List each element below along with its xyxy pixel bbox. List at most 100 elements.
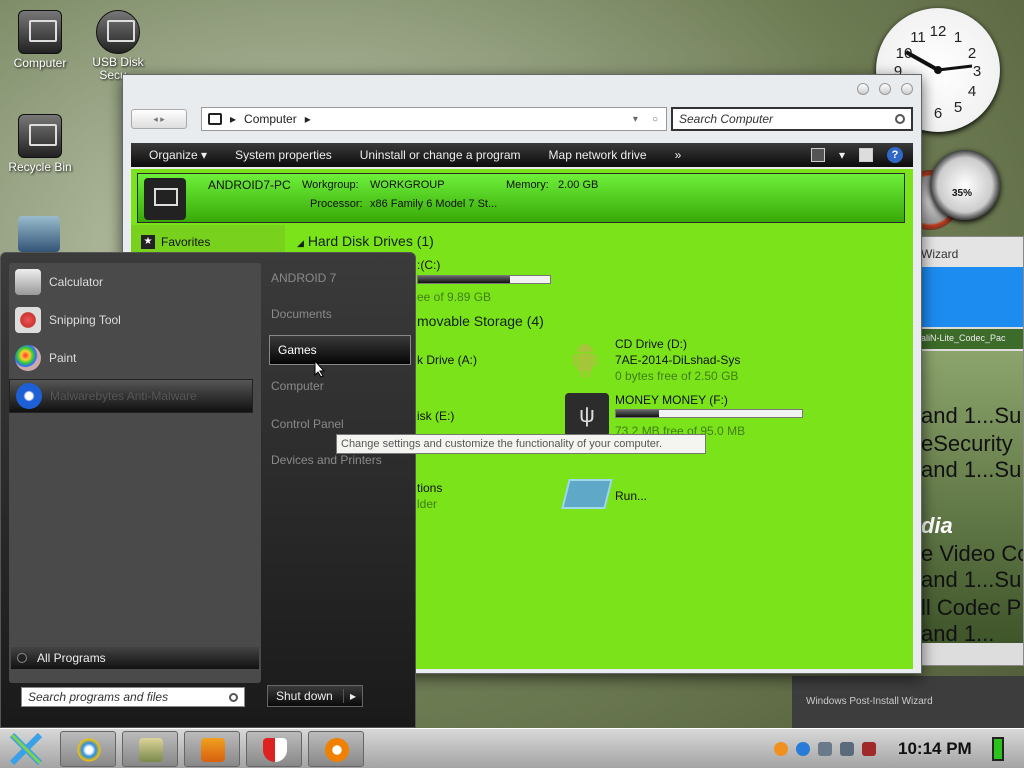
- run-item[interactable]: Run...: [615, 489, 647, 503]
- cd-drive-title[interactable]: CD Drive (D:): [615, 337, 687, 351]
- minimize-button[interactable]: [857, 83, 869, 95]
- calculator-icon: [15, 269, 41, 295]
- all-programs-label: All Programs: [37, 651, 106, 665]
- start-search-placeholder: Search programs and files: [28, 690, 169, 704]
- line-3: and 1...Su: [921, 457, 1022, 482]
- nav-item-favorites[interactable]: ★ Favorites: [141, 235, 210, 249]
- taskbar-explorer[interactable]: [122, 731, 178, 767]
- desktop-icon-recycle-bin[interactable]: Recycle Bin: [0, 114, 80, 174]
- taskbar-security-app[interactable]: [246, 731, 302, 767]
- view-dropdown-icon[interactable]: ▾: [839, 148, 845, 162]
- start-documents[interactable]: Documents: [271, 307, 332, 321]
- usb-icon: ψ: [565, 393, 609, 437]
- battery-icon[interactable]: [991, 737, 1004, 761]
- program-snipping-tool[interactable]: Snipping Tool: [9, 303, 253, 337]
- start-control-panel[interactable]: Control Panel: [271, 417, 344, 431]
- search-box[interactable]: Search Computer: [671, 107, 913, 131]
- dropdown-arrow-icon[interactable]: ▾: [633, 114, 638, 125]
- program-paint[interactable]: Paint: [9, 341, 253, 375]
- bluetooth-tray-icon[interactable]: [796, 742, 810, 756]
- program-calculator[interactable]: Calculator: [9, 265, 253, 299]
- other-item-label[interactable]: tions: [417, 481, 442, 495]
- help-icon[interactable]: ?: [887, 147, 903, 163]
- hdd-section-header[interactable]: ◢ Hard Disk Drives (1): [297, 233, 434, 249]
- back-forward-buttons[interactable]: ◂ ▸: [131, 109, 187, 129]
- shutdown-button[interactable]: Shut down ▸: [267, 685, 363, 707]
- computer-icon: [144, 178, 186, 220]
- volume-muted-icon[interactable]: [862, 742, 876, 756]
- breadcrumb-arrow-icon: ▸: [230, 112, 237, 126]
- post-install-wizard-taskbar-window[interactable]: Windows Post-Install Wizard: [792, 676, 1024, 728]
- network-tray-icon[interactable]: [840, 742, 854, 756]
- start-search-input[interactable]: Search programs and files: [21, 687, 245, 707]
- computer-icon: [208, 113, 222, 125]
- preview-pane-icon[interactable]: [859, 148, 873, 162]
- cpu-meter-gadget: 35%: [930, 150, 1000, 220]
- uninstall-program-button[interactable]: Uninstall or change a program: [346, 148, 535, 162]
- search-placeholder: Search Computer: [679, 112, 774, 126]
- command-toolbar: Organize ▾ System properties Uninstall o…: [131, 143, 913, 167]
- codec-label: aliN-Lite_Codec_Pac: [919, 329, 1023, 349]
- start-computer[interactable]: Computer: [271, 379, 324, 393]
- memory-value: 2.00 GB: [558, 179, 599, 191]
- drive-a-label[interactable]: k Drive (A:): [417, 353, 477, 367]
- avast-tray-icon[interactable]: [774, 742, 788, 756]
- desktop-icon-label: Recycle Bin: [8, 160, 72, 174]
- line-4: dia: [921, 513, 953, 538]
- processor-value: x86 Family 6 Model 7 St...: [370, 198, 498, 210]
- system-tray: 10:14 PM: [766, 731, 1024, 767]
- all-programs-icon: [17, 653, 27, 663]
- shutdown-options-arrow-icon[interactable]: ▸: [342, 689, 362, 703]
- taskbar-clock[interactable]: 10:14 PM: [898, 739, 972, 759]
- tooltip: Change settings and customize the functi…: [336, 434, 706, 454]
- recycle-bin-icon: [18, 114, 62, 158]
- line-5: e Video Co: [921, 541, 1024, 566]
- search-icon[interactable]: [895, 114, 905, 124]
- program-malwarebytes[interactable]: Malwarebytes Anti-Malware: [9, 379, 253, 413]
- taskbar-internet-explorer[interactable]: [60, 731, 116, 767]
- line-2: eSecurity: [921, 431, 1013, 456]
- start-button[interactable]: [4, 731, 48, 767]
- start-games[interactable]: Games: [269, 335, 411, 365]
- breadcrumb[interactable]: Computer: [244, 112, 297, 126]
- removable-section-header[interactable]: movable Storage (4): [417, 313, 544, 329]
- svg-text:12: 12: [930, 23, 947, 40]
- address-bar[interactable]: ▸ Computer ▸ ▾ ○: [201, 107, 667, 131]
- pc-name: ANDROID7-PC: [208, 178, 291, 192]
- svg-text:6: 6: [934, 105, 942, 122]
- program-label: Calculator: [49, 275, 104, 289]
- background-installer-window[interactable]: Wizard aliN-Lite_Codec_Pac and 1...Su eS…: [916, 236, 1024, 666]
- refresh-icon[interactable]: ○: [652, 114, 658, 125]
- change-view-icon[interactable]: [810, 148, 825, 162]
- drive-e-label[interactable]: isk (E:): [417, 409, 454, 423]
- favorites-label: Favorites: [161, 235, 211, 249]
- android-icon: [571, 341, 599, 381]
- desktop-shortcut-icon[interactable]: [18, 216, 60, 252]
- all-programs-button[interactable]: All Programs: [11, 647, 259, 669]
- organize-button[interactable]: Organize ▾: [131, 148, 221, 162]
- drive-c-label[interactable]: :(C:): [417, 258, 440, 272]
- usb-tray-icon[interactable]: [818, 742, 832, 756]
- banner: [919, 267, 1023, 327]
- drive-c-usage-fill: [418, 276, 511, 283]
- taskbar-media-player[interactable]: [184, 731, 240, 767]
- desktop-icon-usb-disk-security[interactable]: USB Disk Secu...: [78, 10, 158, 82]
- close-button[interactable]: [901, 83, 913, 95]
- malwarebytes-icon: [16, 383, 42, 409]
- collapse-arrow-icon: ◢: [297, 238, 304, 248]
- drive-c-usage-bar: [417, 275, 551, 284]
- svg-text:5: 5: [954, 99, 962, 116]
- desktop-icon-computer[interactable]: Computer: [0, 10, 80, 70]
- usb-drive-title[interactable]: MONEY MONEY (F:): [615, 393, 728, 407]
- maximize-button[interactable]: [879, 83, 891, 95]
- more-commands-button[interactable]: »: [661, 148, 696, 162]
- system-properties-button[interactable]: System properties: [221, 148, 346, 162]
- shutdown-label: Shut down: [276, 689, 333, 703]
- breadcrumb-arrow-icon[interactable]: ▸: [305, 112, 311, 126]
- start-devices-printers[interactable]: Devices and Printers: [271, 453, 382, 467]
- window-title: Wizard: [917, 237, 1023, 271]
- map-network-drive-button[interactable]: Map network drive: [535, 148, 661, 162]
- taskbar-avast[interactable]: [308, 731, 364, 767]
- workgroup-label: Workgroup:: [302, 179, 359, 191]
- start-user-name[interactable]: ANDROID 7: [271, 271, 336, 285]
